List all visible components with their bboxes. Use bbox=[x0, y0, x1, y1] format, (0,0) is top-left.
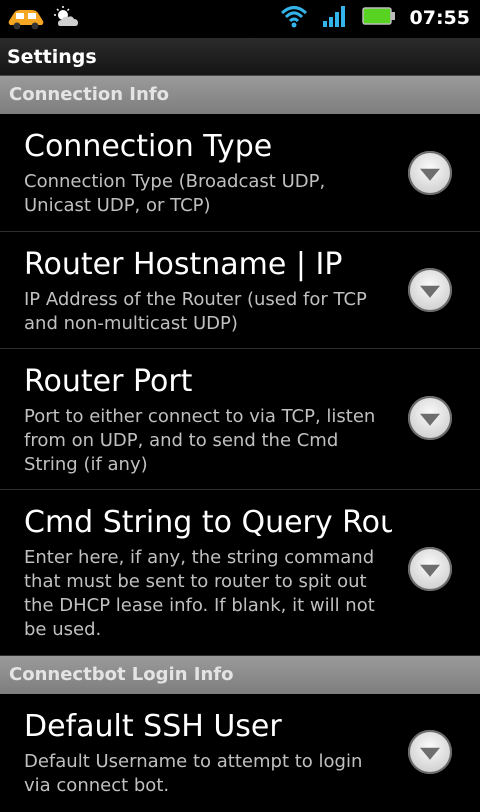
pref-router-hostname[interactable]: Router Hostname | IP IP Address of the R… bbox=[0, 232, 480, 349]
pref-summary: IP Address of the Router (used for TCP a… bbox=[24, 289, 367, 334]
category-connection-info: Connection Info bbox=[0, 76, 480, 114]
dropdown-icon[interactable] bbox=[408, 268, 452, 312]
weather-icon bbox=[54, 6, 80, 34]
pref-title: Default SSH User bbox=[24, 709, 282, 744]
pref-summary: Port to either connect to via TCP, liste… bbox=[24, 406, 376, 475]
pref-default-ssh-user[interactable]: Default SSH User Default Username to att… bbox=[0, 694, 480, 812]
car-icon bbox=[6, 5, 46, 35]
pref-cmd-string[interactable]: Cmd String to Query Router Enter here, i… bbox=[0, 490, 480, 656]
signal-icon bbox=[322, 4, 348, 32]
pref-summary: Enter here, if any, the string command t… bbox=[24, 547, 375, 640]
pref-connection-type[interactable]: Connection Type Connection Type (Broadca… bbox=[0, 114, 480, 232]
status-clock: 07:55 bbox=[409, 7, 470, 29]
dropdown-icon[interactable] bbox=[408, 396, 452, 440]
dropdown-icon[interactable] bbox=[408, 547, 452, 591]
status-bar: 07:55 bbox=[0, 0, 480, 38]
page-title: Settings bbox=[7, 46, 97, 68]
pref-title: Connection Type bbox=[24, 129, 273, 164]
preference-list: Connection Info Connection Type Connecti… bbox=[0, 76, 480, 812]
dropdown-icon[interactable] bbox=[408, 730, 452, 774]
pref-summary: Default Username to attempt to login via… bbox=[24, 751, 363, 796]
title-bar: Settings bbox=[0, 38, 480, 76]
pref-title: Router Port bbox=[24, 364, 193, 399]
pref-router-port[interactable]: Router Port Port to either connect to vi… bbox=[0, 349, 480, 490]
battery-icon bbox=[361, 6, 396, 30]
pref-title: Router Hostname | IP bbox=[24, 247, 343, 282]
dropdown-icon[interactable] bbox=[408, 151, 452, 195]
category-connectbot-login-info: Connectbot Login Info bbox=[0, 656, 480, 694]
pref-title: Cmd String to Query Router bbox=[24, 505, 392, 540]
pref-summary: Connection Type (Broadcast UDP, Unicast … bbox=[24, 171, 326, 216]
wifi-icon bbox=[280, 4, 308, 32]
